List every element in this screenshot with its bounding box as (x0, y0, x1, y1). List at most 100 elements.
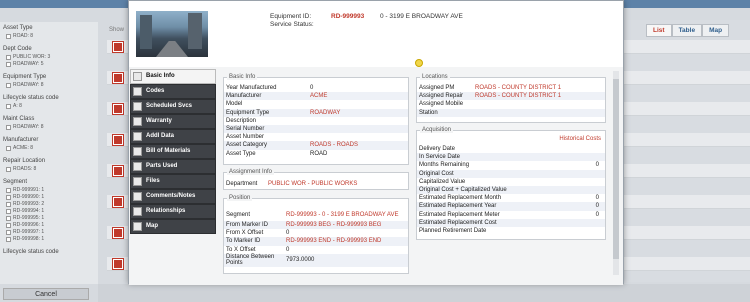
filter-option[interactable]: RD-999996: 1 (6, 222, 95, 228)
scrollbar-thumb[interactable] (613, 79, 619, 259)
filter-option[interactable]: ROAD: 8 (6, 33, 95, 39)
filter-option[interactable]: A: 8 (6, 103, 95, 109)
assignment-info-section: Assignment Info Department PUBLIC WOR - P… (223, 169, 409, 190)
checkbox[interactable] (6, 201, 11, 207)
filter-option[interactable]: ROADWAY: 8 (6, 124, 95, 130)
checkbox[interactable] (6, 145, 11, 151)
tab-parts-used[interactable]: Parts Used (130, 159, 216, 174)
filter-option[interactable]: ACME: 8 (6, 145, 95, 151)
view-tab-table[interactable]: Table (671, 24, 703, 37)
field-row: Estimated Replacement Year 0 (417, 202, 605, 211)
tab-codes[interactable]: Codes (130, 84, 216, 99)
field-label: Asset Type (226, 150, 256, 157)
modal-scrollbar[interactable] (613, 71, 619, 275)
checkbox[interactable] (6, 229, 11, 235)
checkbox[interactable] (6, 54, 11, 60)
filter-title: Equipment Type (3, 74, 47, 80)
field-value: 0 (595, 195, 599, 202)
field-row: Distance Between Points 7973.0000 (224, 253, 408, 267)
field-row: Serial Number (224, 124, 408, 134)
tab-bill-of-materials[interactable]: Bill of Materials (130, 144, 216, 159)
checkbox[interactable] (6, 194, 11, 200)
field-label: Original Cost (419, 170, 454, 177)
checkbox[interactable] (6, 222, 11, 228)
field-row: From X Offset 0 (224, 229, 408, 237)
checkbox[interactable] (6, 82, 11, 88)
filter-option[interactable]: RD-999998: 1 (6, 236, 95, 242)
filter-option[interactable]: RD-999991: 1 (6, 187, 95, 193)
checkbox[interactable] (6, 187, 11, 193)
field-label: Planned Retirement Date (419, 227, 487, 234)
asset-marker-icon (112, 103, 124, 115)
filter-group: Asset Type ROAD: 8 (3, 25, 95, 39)
tab-files[interactable]: Files (130, 174, 216, 189)
field-row: Station (417, 108, 605, 117)
view-tab-list[interactable]: List (646, 24, 672, 37)
field-label: From X Offset (226, 230, 264, 237)
filter-title: Maint Class (3, 116, 35, 122)
historical-costs-link[interactable]: Historical Costs (417, 136, 605, 145)
filter-option[interactable]: RD-999995: 1 (6, 215, 95, 221)
service-status-label: Service Status: (270, 21, 314, 28)
acquisition-section: Acquisition Historical Costs Delivery Da… (416, 127, 606, 240)
filter-option-label: ROADWAY: 8 (13, 82, 44, 88)
tab-addl-data[interactable]: Addl Data (130, 129, 216, 144)
field-row: In Service Date (417, 153, 605, 162)
field-value: ROADS - COUNTY DISTRICT 1 (475, 85, 562, 92)
field-row: Delivery Date (417, 145, 605, 153)
field-value: ROAD (310, 150, 328, 157)
locations-section: Locations Assigned PM ROADS - COUNTY DIST… (416, 74, 606, 123)
field-label: Delivery Date (419, 146, 456, 153)
field-value: PUBLIC WOR - PUBLIC WORKS (268, 181, 358, 188)
checkbox[interactable] (6, 33, 11, 39)
tab-label: Scheduled Svcs (146, 103, 193, 110)
filter-option[interactable]: ROADWAY: 8 (6, 82, 95, 88)
checkbox[interactable] (6, 215, 11, 221)
filter-group: Dept Code PUBLIC WOR: 3 ROADWAY: 5 (3, 46, 95, 67)
field-row: Manufacturer ACME (224, 92, 408, 101)
checkbox[interactable] (6, 236, 11, 242)
field-label: Serial Number (226, 126, 265, 133)
field-row: Estimated Replacement Cost (417, 218, 605, 227)
tab-relationships[interactable]: Relationships (130, 204, 216, 219)
filter-option[interactable]: RD-999990: 1 (6, 194, 95, 200)
equipment-photo[interactable] (136, 11, 208, 57)
field-label: Estimated Replacement Month (419, 195, 502, 202)
filter-option[interactable]: ROADWAY: 5 (6, 61, 95, 67)
checkbox[interactable] (6, 166, 11, 172)
tab-comments-notes[interactable]: Comments/Notes (130, 189, 216, 204)
tab-scheduled-svcs[interactable]: Scheduled Svcs (130, 99, 216, 114)
filter-title: Repair Location (3, 158, 46, 164)
filter-option[interactable]: RD-999993: 2 (6, 201, 95, 207)
field-row: Original Cost + Capitalized Value (417, 185, 605, 195)
checkbox[interactable] (6, 208, 11, 214)
view-tab-map[interactable]: Map (702, 24, 730, 37)
filter-option[interactable]: RD-999994: 1 (6, 208, 95, 214)
filter-option[interactable]: ROADS: 8 (6, 166, 95, 172)
tab-map[interactable]: Map (130, 219, 216, 234)
field-value: RD-999993 END - RD-999993 END (286, 238, 382, 245)
field-value: ROADS - COUNTY DISTRICT 1 (475, 93, 562, 100)
filter-group: Lifecycle status code A: 8 (3, 95, 95, 109)
field-label: Station (419, 109, 438, 116)
field-row: Asset Type ROAD (224, 150, 408, 158)
tab-warranty[interactable]: Warranty (130, 114, 216, 129)
field-row: Segment RD-999993 - 0 - 3199 E BROADWAY A… (224, 208, 408, 221)
checkbox[interactable] (6, 61, 11, 67)
filter-group: Maint Class ROADWAY: 8 (3, 116, 95, 130)
filter-option[interactable]: PUBLIC WOR: 3 (6, 54, 95, 60)
tab-label: Relationships (146, 208, 186, 215)
field-label: Assigned PM (419, 85, 455, 92)
field-row: To X Offset 0 (224, 246, 408, 254)
checkbox[interactable] (6, 103, 11, 109)
tab-basic-info[interactable]: Basic Info (130, 69, 216, 84)
field-value: RD-999993 BEG - RD-999993 BEG (286, 222, 382, 229)
checkbox[interactable] (6, 124, 11, 130)
field-row: From Marker ID RD-999993 BEG - RD-999993 … (224, 221, 408, 230)
position-section: Position Segment RD-999993 - 0 - 3199 E B… (223, 195, 409, 274)
filter-option-label: RD-999994: 1 (13, 208, 45, 214)
equipment-id-label: Equipment ID: (270, 13, 312, 20)
filter-option-label: RD-999990: 1 (13, 194, 45, 200)
cancel-button[interactable]: Cancel (3, 288, 89, 300)
filter-option[interactable]: RD-999997: 1 (6, 229, 95, 235)
